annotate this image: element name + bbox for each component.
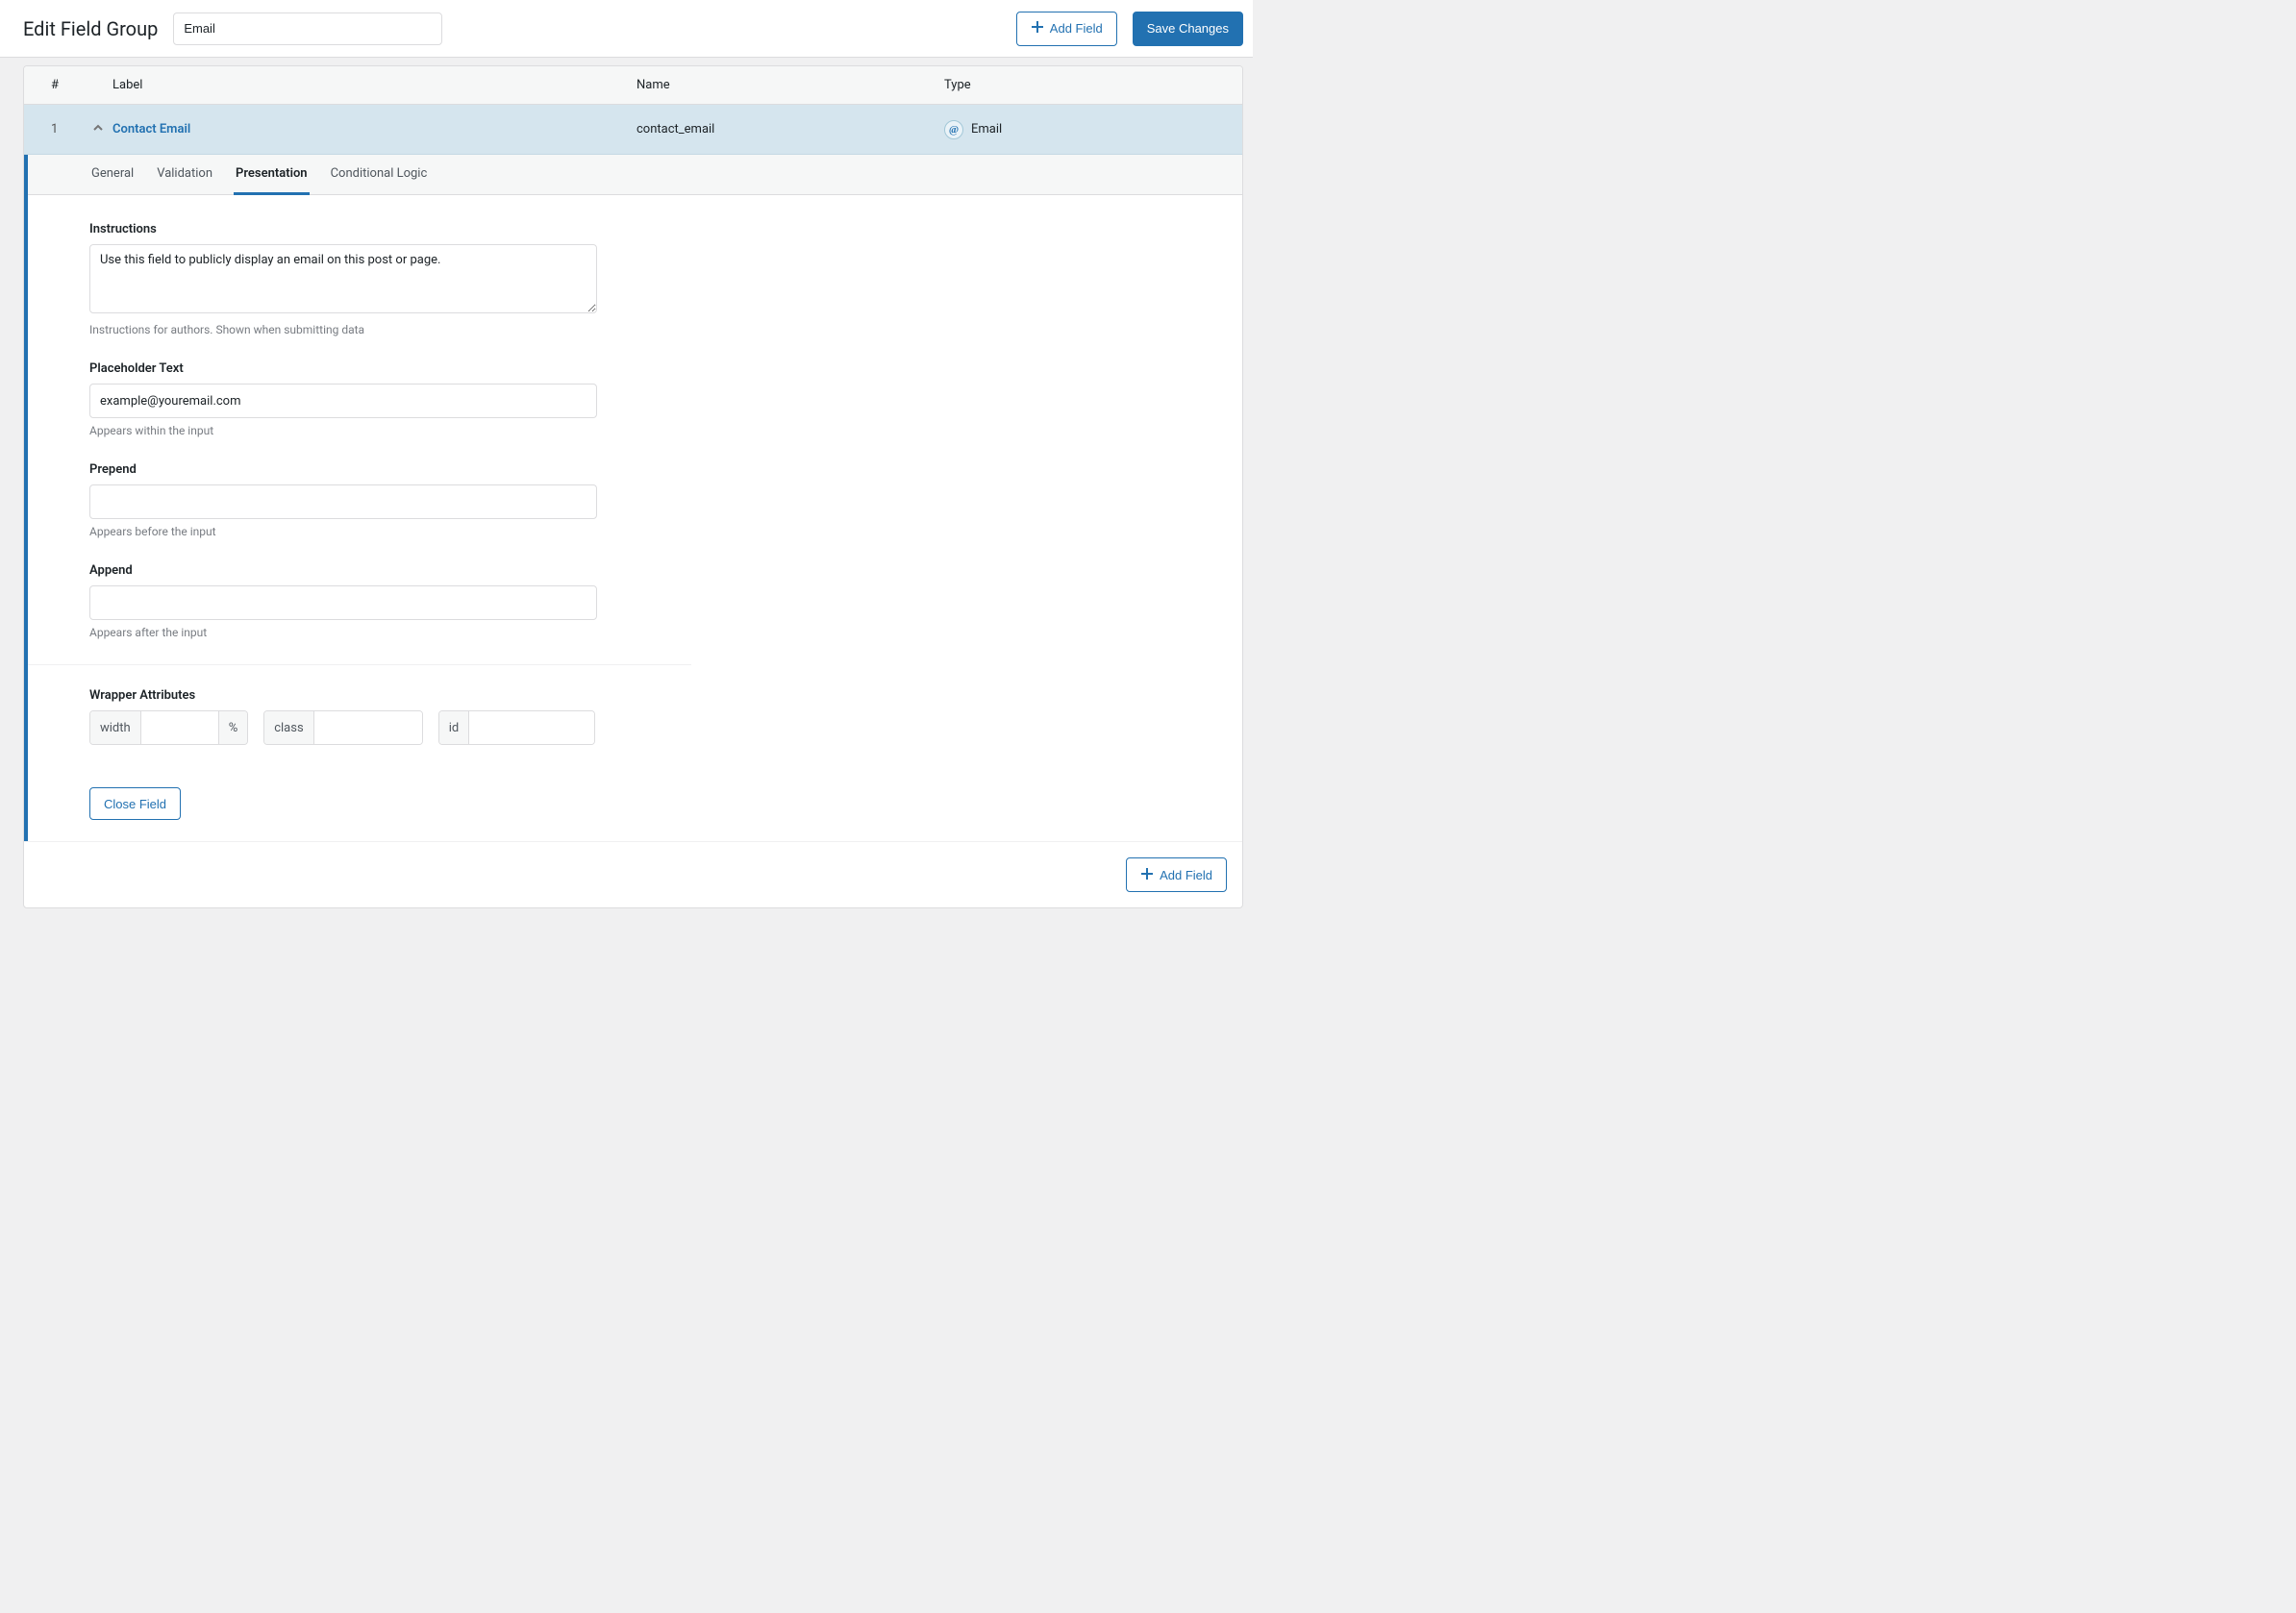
placeholder-help: Appears within the input <box>89 424 630 437</box>
wrapper-class-group: class <box>263 710 422 745</box>
wrapper-id-addon: id <box>439 711 470 744</box>
append-input[interactable] <box>89 585 597 620</box>
save-label: Save Changes <box>1147 21 1229 36</box>
divider <box>28 664 691 665</box>
instructions-label: Instructions <box>89 222 630 236</box>
add-field-label: Add Field <box>1160 868 1212 882</box>
topbar: Edit Field Group Add Field Save Changes <box>0 0 1253 58</box>
group-instructions: Instructions Instructions for authors. S… <box>89 222 630 336</box>
tab-conditional-logic[interactable]: Conditional Logic <box>329 156 430 195</box>
row-index: 1 <box>24 122 84 136</box>
wrapper-width-group: width % <box>89 710 248 745</box>
group-append: Append Appears after the input <box>89 563 630 639</box>
group-wrapper-attributes: Wrapper Attributes width % class id <box>89 688 630 745</box>
wrapper-id-group: id <box>438 710 596 745</box>
add-field-button-bottom[interactable]: Add Field <box>1126 857 1227 892</box>
col-type: Type <box>944 78 1242 92</box>
at-sign-icon: @ <box>944 120 963 139</box>
col-index: # <box>24 78 84 92</box>
fields-panel: # Label Name Type 1 Contact Email contac… <box>23 65 1243 908</box>
append-label: Append <box>89 563 630 578</box>
row-label-cell: Contact Email <box>112 122 636 136</box>
row-name: contact_email <box>636 122 944 136</box>
prepend-help: Appears before the input <box>89 525 630 538</box>
prepend-label: Prepend <box>89 462 630 477</box>
wrapper-width-input[interactable] <box>141 711 218 744</box>
chevron-up-icon <box>92 122 104 137</box>
prepend-input[interactable] <box>89 484 597 519</box>
close-field-label: Close Field <box>104 797 166 811</box>
page-title: Edit Field Group <box>23 17 158 40</box>
collapse-toggle[interactable] <box>84 122 112 137</box>
presentation-form: Instructions Instructions for authors. S… <box>28 195 691 782</box>
group-prepend: Prepend Appears before the input <box>89 462 630 538</box>
tab-general[interactable]: General <box>89 156 136 195</box>
wrapper-label: Wrapper Attributes <box>89 688 630 703</box>
field-editor: General Validation Presentation Conditio… <box>24 155 1242 841</box>
plus-icon <box>1031 20 1044 37</box>
placeholder-input[interactable] <box>89 384 597 418</box>
instructions-input[interactable] <box>89 244 597 313</box>
wrapper-percent-addon: % <box>218 711 248 744</box>
panel-footer: Add Field <box>24 841 1242 907</box>
col-label: Label <box>112 78 636 92</box>
tab-presentation[interactable]: Presentation <box>234 156 310 195</box>
wrapper-class-input[interactable] <box>314 711 422 744</box>
wrapper-id-input[interactable] <box>469 711 594 744</box>
editor-tabs: General Validation Presentation Conditio… <box>28 155 1242 195</box>
close-field-button[interactable]: Close Field <box>89 787 181 820</box>
add-field-button-top[interactable]: Add Field <box>1016 12 1117 46</box>
group-name-input[interactable] <box>173 12 442 45</box>
append-help: Appears after the input <box>89 626 630 639</box>
save-changes-button[interactable]: Save Changes <box>1133 12 1243 46</box>
row-type: @ Email <box>944 120 1242 139</box>
group-placeholder: Placeholder Text Appears within the inpu… <box>89 361 630 437</box>
field-label-link[interactable]: Contact Email <box>112 122 190 136</box>
placeholder-label: Placeholder Text <box>89 361 630 376</box>
instructions-help: Instructions for authors. Shown when sub… <box>89 323 630 336</box>
table-row[interactable]: 1 Contact Email contact_email @ Email <box>24 105 1242 155</box>
wrapper-class-addon: class <box>264 711 313 744</box>
plus-icon <box>1140 867 1154 883</box>
add-field-label: Add Field <box>1050 21 1103 36</box>
row-type-label: Email <box>971 122 1002 136</box>
wrapper-width-addon: width <box>90 711 141 744</box>
fields-table-header: # Label Name Type <box>24 66 1242 105</box>
col-name: Name <box>636 78 944 92</box>
tab-validation[interactable]: Validation <box>155 156 214 195</box>
